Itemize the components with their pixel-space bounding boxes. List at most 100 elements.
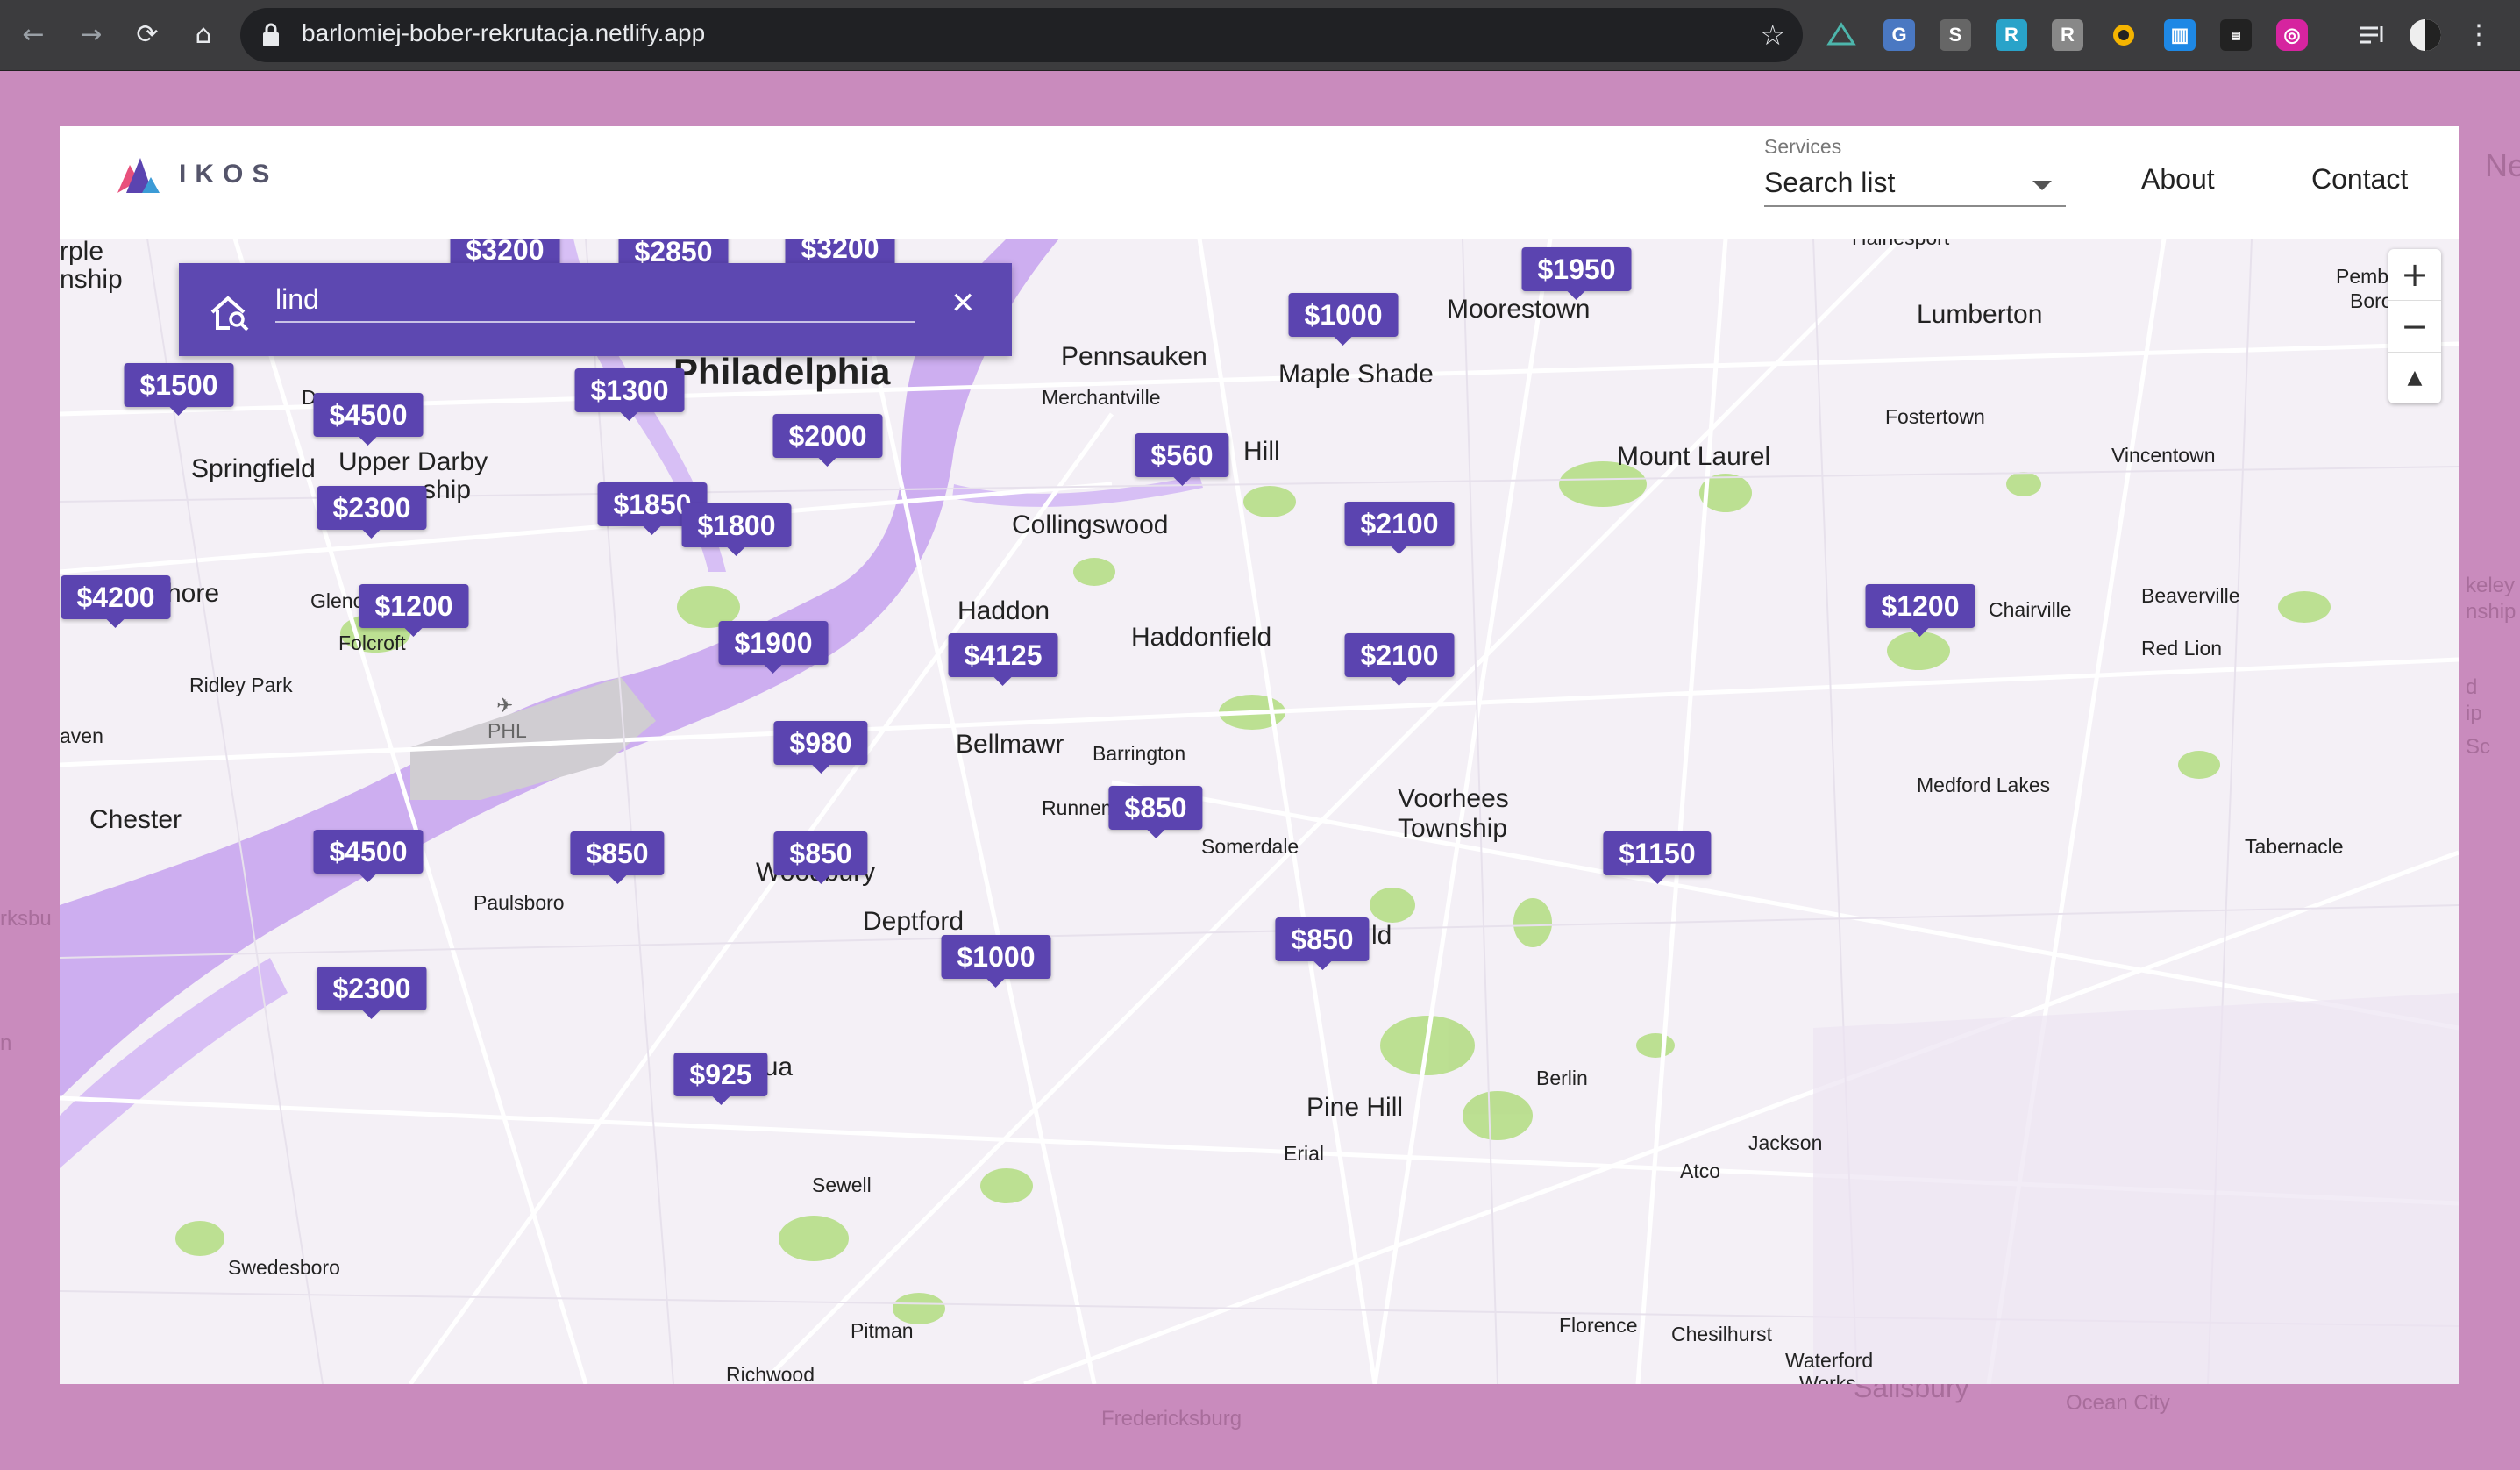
price-pin[interactable]: $1500 xyxy=(124,363,234,416)
place-label: Chairville xyxy=(1989,598,2072,621)
price-pin[interactable]: $2300 xyxy=(317,967,427,1019)
place-label: hore xyxy=(167,579,220,608)
place-label: Pitman xyxy=(851,1319,914,1342)
bg-label: ip xyxy=(2466,702,2482,725)
bg-label: rksbu xyxy=(0,907,52,931)
zoom-controls: + − ▲ xyxy=(2388,249,2441,403)
extension-r-blue-icon[interactable]: R xyxy=(1996,19,2027,51)
place-label: Upper Darby xyxy=(338,447,488,476)
search-input[interactable] xyxy=(275,277,915,323)
extension-dark-icon[interactable]: ▤ xyxy=(2220,19,2252,51)
nav-contact[interactable]: Contact xyxy=(2311,163,2408,196)
map[interactable]: Philadelphia Pennsauken Merchantville Ma… xyxy=(60,239,2459,1384)
price-pin[interactable]: $2100 xyxy=(1344,502,1455,554)
price-pin[interactable]: $850 xyxy=(773,831,868,884)
browser-menu-icon[interactable]: ⋮ xyxy=(2466,18,2492,53)
place-label: Lumberton xyxy=(1917,300,2043,329)
profile-avatar[interactable] xyxy=(2410,19,2441,51)
price-pin[interactable]: $1800 xyxy=(681,503,792,556)
bg-label: Sc xyxy=(2466,735,2491,759)
price-pin[interactable]: $1000 xyxy=(1288,293,1399,346)
bg-label: d xyxy=(2466,675,2478,699)
price-pin[interactable]: $4200 xyxy=(61,575,171,628)
place-label: Voorhees xyxy=(1398,784,1509,813)
price-pin[interactable]: $2100 xyxy=(1344,633,1455,686)
price-pin[interactable]: $4500 xyxy=(313,830,424,882)
price-pin[interactable]: $980 xyxy=(773,721,868,774)
place-label: Bellmawr xyxy=(956,730,1064,759)
extension-trello-icon[interactable]: ▥ xyxy=(2164,19,2196,51)
place-label: Beaverville xyxy=(2141,584,2240,607)
price-pin[interactable]: $1150 xyxy=(1603,831,1712,884)
lock-icon xyxy=(263,23,279,46)
bg-label: Ocean City xyxy=(2066,1391,2170,1415)
extension-drive-icon[interactable] xyxy=(1826,19,1857,51)
price-pin[interactable]: $1950 xyxy=(1521,247,1632,300)
browser-chrome: ← → ⟳ ⌂ barlomiej-bober-rekrutacja.netli… xyxy=(0,0,2520,71)
place-label: Tabernacle xyxy=(2245,835,2344,858)
price-pin[interactable]: $1900 xyxy=(718,621,829,674)
back-icon[interactable]: ← xyxy=(16,18,51,53)
price-pin[interactable]: $4500 xyxy=(313,393,424,446)
place-label: Berlin xyxy=(1536,1067,1588,1089)
services-label: Services xyxy=(1764,135,1842,158)
extension-s-icon[interactable]: S xyxy=(1940,19,1971,51)
price-pin[interactable]: $2300 xyxy=(317,486,427,539)
price-pin[interactable]: $850 xyxy=(570,831,665,884)
place-label: Philadelphia xyxy=(673,351,891,392)
place-label: Chester xyxy=(89,805,182,834)
price-pin[interactable]: $925 xyxy=(673,1053,768,1105)
place-label: Collingswood xyxy=(1012,510,1169,539)
place-label: Fostertown xyxy=(1885,405,1985,428)
home-icon[interactable]: ⌂ xyxy=(186,18,221,53)
place-label: Boro xyxy=(2350,289,2393,312)
price-pin[interactable]: $4125 xyxy=(948,633,1058,686)
extension-r-grey-icon[interactable]: R xyxy=(2052,19,2083,51)
reload-icon[interactable]: ⟳ xyxy=(130,18,165,53)
media-control-icon[interactable] xyxy=(2357,19,2388,51)
extension-translate-icon[interactable]: G xyxy=(1883,19,1915,51)
price-pin[interactable]: $1200 xyxy=(1865,584,1975,637)
bg-label: Ne xyxy=(2485,147,2520,183)
place-label: Atco xyxy=(1680,1160,1721,1182)
logo-text[interactable]: IKOS xyxy=(179,160,278,189)
clear-search-icon[interactable]: ✕ xyxy=(950,286,976,321)
place-label: Somerdale xyxy=(1201,835,1299,858)
place-label: ld xyxy=(1371,921,1392,950)
price-pin[interactable]: $2000 xyxy=(772,414,883,467)
extension-color-icon[interactable] xyxy=(2108,19,2139,51)
url-text: barlomiej-bober-rekrutacja.netlify.app xyxy=(302,19,706,46)
price-pin[interactable]: $850 xyxy=(1275,917,1370,970)
compass-reset-button[interactable]: ▲ xyxy=(2388,353,2441,403)
place-label: Hill xyxy=(1243,437,1280,466)
place-label: Sewell xyxy=(812,1174,872,1196)
header: IKOS Services Search list About Contact xyxy=(60,126,2459,239)
place-label: Mount Laurel xyxy=(1617,442,1771,471)
forward-icon[interactable]: → xyxy=(74,18,109,53)
place-label: Richwood xyxy=(726,1363,815,1384)
app-window: IKOS Services Search list About Contact xyxy=(60,126,2459,1384)
address-bar[interactable]: barlomiej-bober-rekrutacja.netlify.app ☆ xyxy=(240,8,1803,62)
price-pin[interactable]: $1200 xyxy=(359,584,469,637)
price-pin[interactable]: $850 xyxy=(1108,786,1203,838)
price-pin[interactable]: $1300 xyxy=(574,368,685,421)
place-label: Waterford xyxy=(1785,1349,1874,1372)
place-label: Pennsauken xyxy=(1061,342,1207,371)
place-label: Folcroft xyxy=(338,632,406,654)
place-label: Haddonfield xyxy=(1131,623,1272,652)
extension-instagram-icon[interactable]: ◎ xyxy=(2276,19,2308,51)
services-select[interactable]: Search list xyxy=(1764,160,2066,207)
bookmark-star-icon[interactable]: ☆ xyxy=(1760,18,1785,52)
place-label: Township xyxy=(1398,814,1508,843)
place-label: Chesilhurst xyxy=(1671,1323,1773,1345)
place-label: Pemb xyxy=(2336,265,2389,288)
bg-label: n xyxy=(0,1031,12,1055)
price-pin[interactable]: $560 xyxy=(1135,433,1229,486)
zoom-in-button[interactable]: + xyxy=(2388,249,2441,301)
ikos-logo-icon[interactable] xyxy=(117,158,160,193)
place-label: Runnem xyxy=(1042,796,1118,819)
nav-about[interactable]: About xyxy=(2141,163,2215,196)
zoom-out-button[interactable]: − xyxy=(2388,301,2441,353)
place-label: Barrington xyxy=(1093,742,1186,765)
price-pin[interactable]: $1000 xyxy=(941,935,1051,988)
